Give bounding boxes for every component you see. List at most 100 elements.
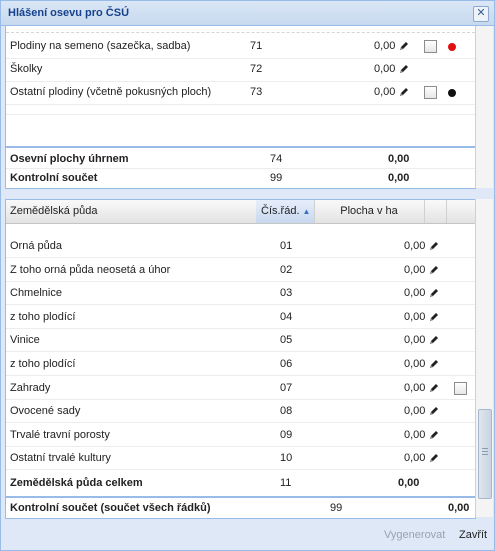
row-value: 0,00: [404, 264, 426, 276]
row-value: 0,00: [374, 86, 396, 98]
total-label: Zemědělská půda celkem: [10, 477, 143, 489]
table-row[interactable]: z toho plodící 04 0,00: [6, 306, 475, 329]
row-value: 0,00: [404, 382, 426, 394]
row-value: 0,00: [404, 334, 426, 346]
row-value: 0,00: [404, 358, 426, 370]
row-label: Ostatní trvalé kultury: [10, 452, 111, 464]
total-value: 0,00: [398, 477, 420, 489]
row-number: 02: [280, 264, 293, 276]
table-row[interactable]: Vinice 05 0,00: [6, 329, 475, 352]
summary-label: Kontrolní součet: [10, 172, 98, 184]
summary-value: 0,00: [388, 153, 410, 165]
row-number: 08: [280, 405, 293, 417]
pencil-icon[interactable]: [428, 311, 440, 323]
table-row[interactable]: Ostatní trvalé kultury 10 0,00: [6, 447, 475, 470]
header-zemedelska-puda[interactable]: Zemědělská půda: [6, 200, 257, 223]
summary-number: 99: [270, 172, 283, 184]
status-dot: [448, 89, 456, 97]
dialog-footer: Vygenerovat Zavřít: [1, 521, 494, 550]
row-value: 0,00: [404, 405, 426, 417]
row-label: z toho plodící: [10, 311, 76, 323]
row-number: 04: [280, 311, 293, 323]
table-row[interactable]: Ostatní plodiny (včetně pokusných ploch)…: [6, 81, 475, 105]
row-number: 72: [250, 63, 263, 75]
table-row[interactable]: Školky 72 0,00: [6, 58, 475, 82]
close-icon[interactable]: ✕: [473, 6, 489, 22]
pencil-icon[interactable]: [428, 382, 440, 394]
row-label: Ovocené sady: [10, 405, 81, 417]
row-number: 71: [250, 40, 263, 52]
bottom-grid: Zemědělská půda Čís.řád. ▲ Plocha v ha Or…: [5, 199, 476, 519]
bottom-scrollbar[interactable]: [475, 199, 493, 517]
pencil-icon[interactable]: [398, 40, 410, 52]
control-label: Kontrolní součet (součet všech řádků): [10, 502, 211, 514]
pencil-icon[interactable]: [428, 264, 440, 276]
pencil-icon[interactable]: [428, 334, 440, 346]
generate-button[interactable]: Vygenerovat: [384, 528, 445, 542]
pencil-icon[interactable]: [428, 240, 440, 252]
row-label: Zahrady: [10, 382, 51, 394]
summary-label: Osevní plochy úhrnem: [10, 153, 129, 165]
sort-asc-icon: ▲: [302, 207, 311, 216]
pencil-icon[interactable]: [428, 452, 440, 464]
status-dot: [448, 43, 456, 51]
table-row[interactable]: Chmelnice 03 0,00: [6, 282, 475, 305]
scrollbar-thumb[interactable]: [478, 409, 492, 499]
total-number: 11: [280, 477, 292, 489]
grid-header: Zemědělská půda Čís.řád. ▲ Plocha v ha: [6, 200, 475, 224]
table-row-partial: [6, 26, 475, 33]
row-checkbox[interactable]: [424, 40, 437, 53]
header-empty: [446, 200, 475, 223]
control-row: Kontrolní součet (součet všech řádků) 99…: [6, 499, 475, 517]
top-grid: Plodiny na semeno (sazečka, sadba) 71 0,…: [5, 26, 476, 189]
row-value: 0,00: [404, 287, 426, 299]
window-title: Hlášení osevu pro ČSÚ: [8, 7, 130, 19]
row-label: Chmelnice: [10, 287, 62, 299]
header-plocha[interactable]: Plocha v ha: [314, 200, 425, 223]
control-divider: [6, 496, 475, 498]
row-number: 10: [280, 452, 293, 464]
row-label: Trvalé travní porosty: [10, 429, 110, 441]
table-row[interactable]: Orná půda 01 0,00: [6, 235, 475, 258]
table-row[interactable]: Trvalé travní porosty 09 0,00: [6, 424, 475, 447]
row-label: z toho plodící: [10, 358, 76, 370]
row-label: Školky: [10, 63, 43, 75]
summary-row: Osevní plochy úhrnem 74 0,00: [6, 150, 475, 169]
summary-number: 74: [270, 153, 283, 165]
row-value: 0,00: [404, 240, 426, 252]
control-number: 99: [330, 502, 343, 514]
row-number: 73: [250, 86, 263, 98]
table-row[interactable]: Z toho orná půda neosetá a úhor 02 0,00: [6, 259, 475, 282]
row-value: 0,00: [374, 40, 396, 52]
control-value: 0,00: [448, 502, 470, 514]
row-value: 0,00: [404, 452, 426, 464]
summary-divider: [6, 146, 475, 148]
row-checkbox[interactable]: [454, 382, 467, 395]
pencil-icon[interactable]: [428, 358, 440, 370]
pencil-icon[interactable]: [398, 63, 410, 75]
title-bar[interactable]: Hlášení osevu pro ČSÚ ✕: [1, 1, 494, 26]
row-number: 09: [280, 429, 293, 441]
table-row[interactable]: Ovocené sady 08 0,00: [6, 400, 475, 423]
table-row[interactable]: Plodiny na semeno (sazečka, sadba) 71 0,…: [6, 35, 475, 59]
row-checkbox[interactable]: [424, 86, 437, 99]
row-value: 0,00: [374, 63, 396, 75]
close-button[interactable]: Zavřít: [459, 528, 487, 542]
row-value: 0,00: [404, 429, 426, 441]
row-number: 06: [280, 358, 293, 370]
row-label: Plodiny na semeno (sazečka, sadba): [10, 40, 191, 52]
pencil-icon[interactable]: [398, 86, 410, 98]
row-label: Orná půda: [10, 240, 62, 252]
header-empty: [424, 200, 447, 223]
top-scrollbar[interactable]: [475, 26, 493, 188]
dialog-window: Hlášení osevu pro ČSÚ ✕ Plodiny na semen…: [0, 0, 495, 551]
row-label: Vinice: [10, 334, 40, 346]
pencil-icon[interactable]: [428, 287, 440, 299]
pencil-icon[interactable]: [428, 405, 440, 417]
row-value: 0,00: [404, 311, 426, 323]
table-row[interactable]: z toho plodící 06 0,00: [6, 353, 475, 376]
header-cislo-radku[interactable]: Čís.řád. ▲: [256, 200, 315, 223]
pencil-icon[interactable]: [428, 429, 440, 441]
table-row[interactable]: Zahrady 07 0,00: [6, 377, 475, 400]
row-number: 05: [280, 334, 293, 346]
